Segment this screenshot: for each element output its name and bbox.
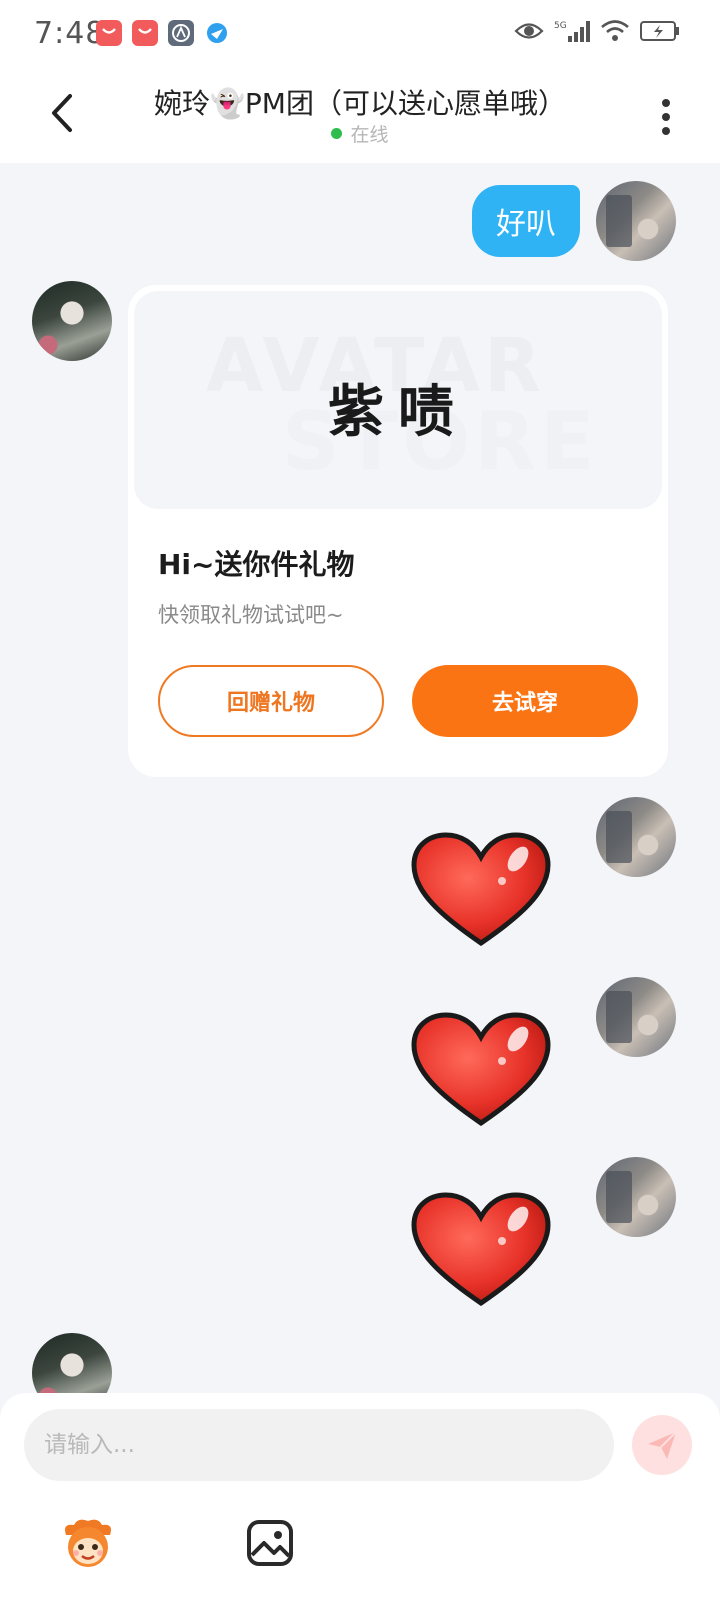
image-picker-icon[interactable]: [242, 1515, 298, 1571]
return-gift-button[interactable]: 回赠礼物: [158, 665, 384, 737]
my-avatar[interactable]: [596, 977, 676, 1057]
message-input[interactable]: [24, 1409, 614, 1481]
contact-avatar[interactable]: [32, 1333, 112, 1393]
try-on-button[interactable]: 去试穿: [412, 665, 638, 737]
more-vertical-icon: [662, 99, 670, 135]
app-store-icon: [132, 20, 158, 46]
battery-charging-icon: [640, 21, 679, 41]
more-options-button[interactable]: [658, 98, 674, 138]
my-avatar[interactable]: [596, 1157, 676, 1237]
gift-preview-image[interactable]: AVATAR STORE 紫啧: [134, 291, 662, 509]
browser-app-icon: [204, 20, 230, 46]
online-status-label: 在线: [350, 124, 389, 146]
heart-icon[interactable]: [410, 1011, 552, 1129]
gift-card-title: Hi~送你件礼物: [158, 548, 355, 581]
heart-icon[interactable]: [410, 1191, 552, 1309]
chat-messages[interactable]: 好叭 AVATAR STORE 紫啧 Hi~送你件礼物 快领取礼物试试吧~ 回赠…: [0, 163, 720, 1393]
gift-name: 紫啧: [328, 380, 468, 445]
my-avatar[interactable]: [596, 181, 676, 261]
eye-icon: [514, 23, 544, 39]
status-right-icons: 5G: [514, 18, 680, 44]
status-bar: 7:48 5G: [0, 0, 720, 68]
gift-card[interactable]: AVATAR STORE 紫啧 Hi~送你件礼物 快领取礼物试试吧~ 回赠礼物 …: [128, 285, 668, 777]
my-avatar[interactable]: [596, 797, 676, 877]
input-bar: [0, 1393, 720, 1600]
send-button[interactable]: [632, 1415, 692, 1475]
online-status: 在线: [0, 120, 720, 147]
svg-text:5G: 5G: [554, 21, 567, 31]
send-icon: [648, 1431, 677, 1459]
emoji-mascot-icon[interactable]: [60, 1515, 116, 1571]
settings-app-icon: [168, 20, 194, 46]
contact-avatar[interactable]: [32, 281, 112, 361]
wifi-icon: [601, 20, 629, 41]
app-store-icon: [96, 20, 122, 46]
online-dot-icon: [331, 128, 343, 139]
chat-title: 婉玲👻PM团（可以送心愿单哦）: [154, 87, 566, 120]
signal-5g-icon: 5G: [554, 21, 590, 42]
heart-icon[interactable]: [410, 831, 552, 949]
chat-header: 婉玲👻PM团（可以送心愿单哦） 在线: [0, 68, 720, 163]
my-text-bubble[interactable]: 好叭: [472, 185, 580, 257]
status-time: 7:48: [34, 16, 106, 51]
gift-card-subtitle: 快领取礼物试试吧~: [158, 603, 344, 627]
